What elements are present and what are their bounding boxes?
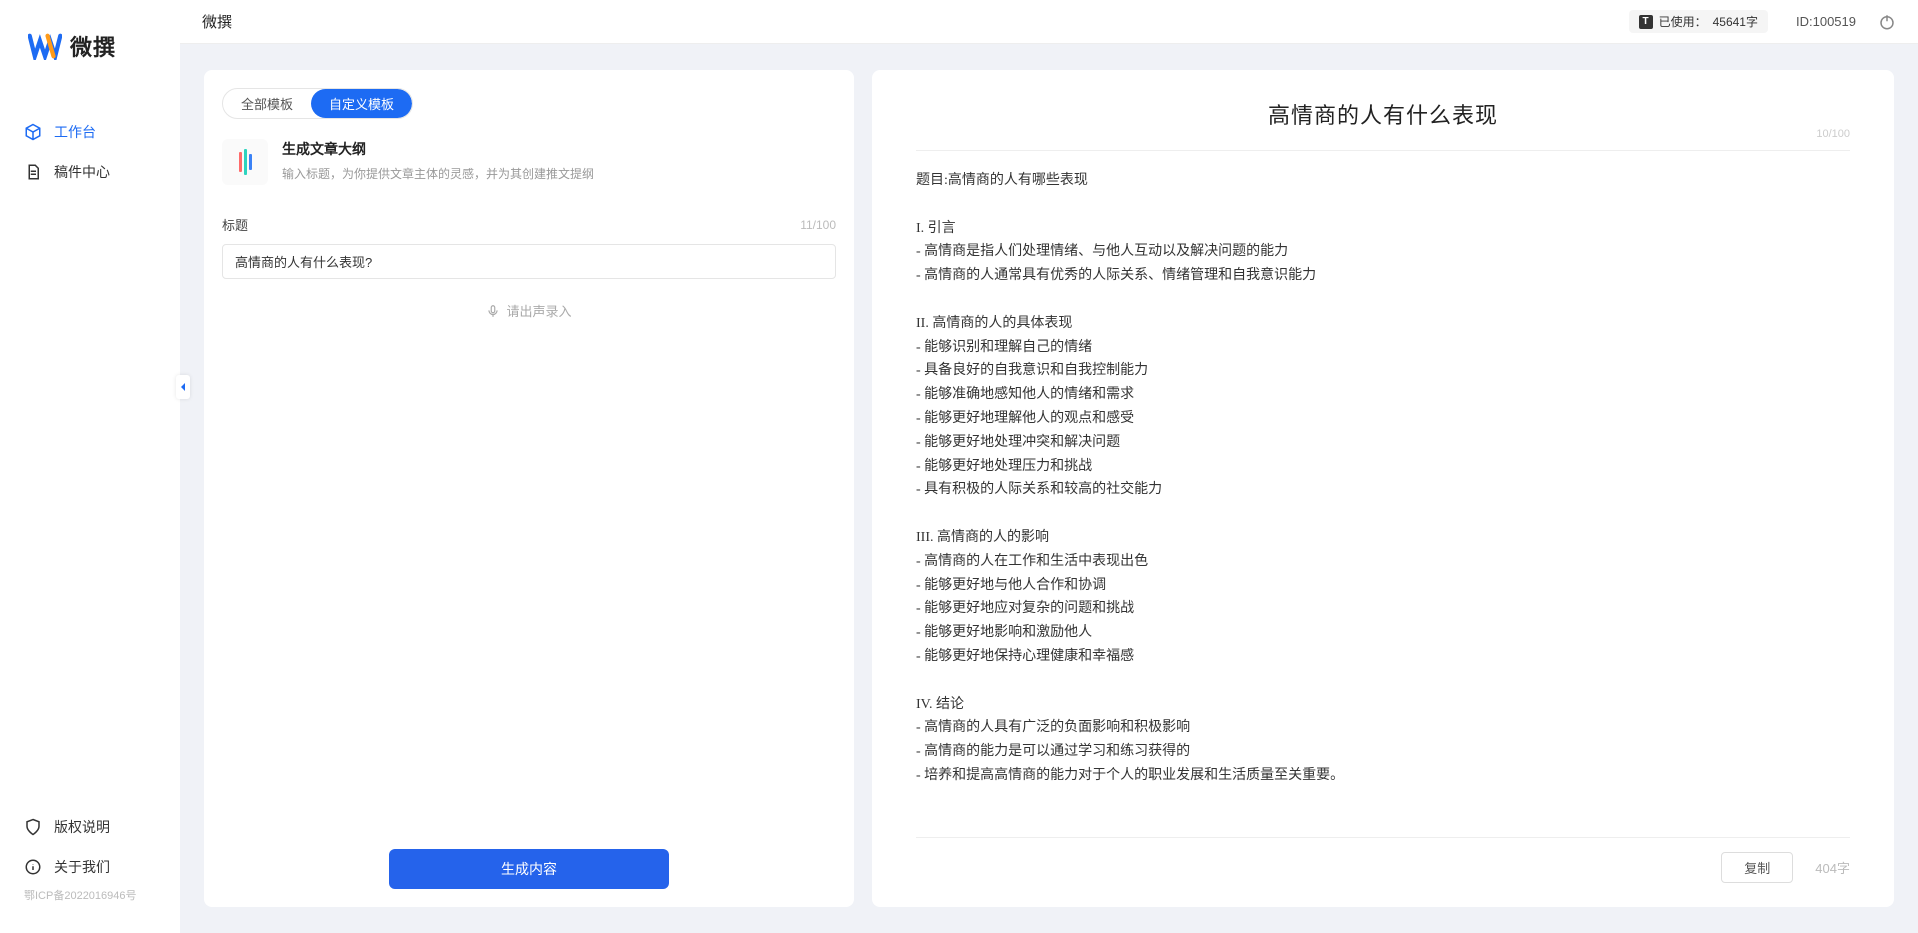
usage-label: 已使用： [1659,13,1707,30]
divider [916,150,1850,151]
tab-all-templates[interactable]: 全部模板 [223,89,311,118]
nav-label: 工作台 [54,122,96,142]
usage-badge: T 已使用： 45641字 [1629,10,1768,33]
logo-mark-icon [28,32,62,60]
voice-label: 请出声录入 [506,301,571,320]
info-icon [24,858,42,876]
icp-text: 鄂ICP备2022016946号 [0,887,180,913]
logo-text: 微撰 [70,30,116,62]
logo: 微撰 [0,30,180,112]
generate-button[interactable]: 生成内容 [389,849,669,889]
microphone-icon [486,304,500,318]
usage-value: 45641字 [1713,13,1758,30]
output-char-count: 404字 [1815,858,1850,877]
template-name: 生成文章大纲 [282,139,836,159]
content: 全部模板 自定义模板 生成文章大纲 输入标题，为你提供文章主体的灵感，并为其创建… [180,44,1918,933]
copy-button[interactable]: 复制 [1721,852,1793,883]
cube-icon [24,123,42,141]
user-id: ID:100519 [1796,14,1856,29]
chevron-left-icon [178,382,188,392]
sidebar: 微撰 工作台 稿件中心 版权说明 关于我们 鄂ICP备2022016946号 [0,0,180,933]
tab-custom-templates[interactable]: 自定义模板 [311,89,412,118]
nav-label: 稿件中心 [54,162,110,182]
nav-label: 版权说明 [54,817,110,837]
template-card: 生成文章大纲 输入标题，为你提供文章主体的灵感，并为其创建推文提纲 [204,119,854,195]
shield-icon [24,818,42,836]
title-char-count: 11/100 [800,218,836,232]
sidebar-collapse[interactable] [176,375,190,399]
nav-copyright[interactable]: 版权说明 [0,807,180,847]
title-label: 标题 [222,215,248,234]
output-title-count: 10/100 [1816,128,1850,140]
title-field: 标题 11/100 [204,195,854,279]
template-tabs: 全部模板 自定义模板 [222,88,413,119]
bottom-nav: 版权说明 关于我们 鄂ICP备2022016946号 [0,807,180,933]
nav-label: 关于我们 [54,857,110,877]
template-icon [222,139,268,185]
main-nav: 工作台 稿件中心 [0,112,180,807]
nav-workspace[interactable]: 工作台 [0,112,180,152]
output-panel: 高情商的人有什么表现 10/100 题目:高情商的人有哪些表现 I. 引言 - … [872,70,1894,907]
main-area: 微撰 T 已使用： 45641字 ID:100519 全部模板 自定义模板 [180,0,1918,933]
document-icon [24,163,42,181]
nav-about[interactable]: 关于我们 [0,847,180,887]
template-desc: 输入标题，为你提供文章主体的灵感，并为其创建推文提纲 [282,165,836,182]
title-input[interactable] [222,244,836,279]
input-panel: 全部模板 自定义模板 生成文章大纲 输入标题，为你提供文章主体的灵感，并为其创建… [204,70,854,907]
nav-drafts[interactable]: 稿件中心 [0,152,180,192]
output-title: 高情商的人有什么表现 [916,98,1850,130]
topbar: 微撰 T 已使用： 45641字 ID:100519 [180,0,1918,44]
page-title: 微撰 [202,11,232,32]
voice-input[interactable]: 请出声录入 [204,301,854,320]
text-icon: T [1639,15,1653,29]
output-footer: 复制 404字 [916,837,1850,883]
output-body: 题目:高情商的人有哪些表现 I. 引言 - 高情商是指人们处理情绪、与他人互动以… [916,169,1850,788]
power-icon[interactable] [1878,13,1896,31]
